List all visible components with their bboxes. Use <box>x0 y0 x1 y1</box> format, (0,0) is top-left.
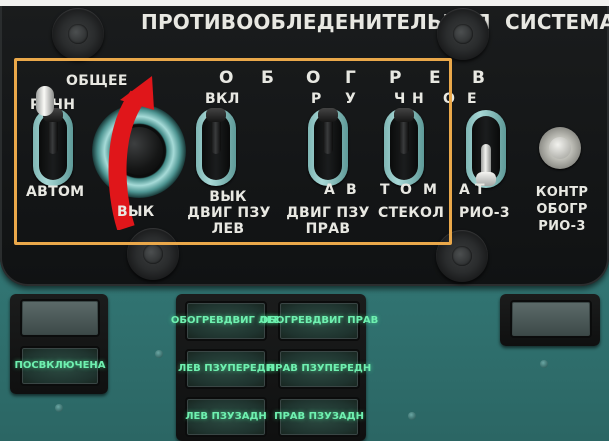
rivet <box>540 360 548 368</box>
highlight-box <box>14 58 452 245</box>
rivet <box>55 404 63 412</box>
label-avtomat-letter: А <box>459 182 471 198</box>
panel-title-right: СИСТЕМА <box>505 10 609 34</box>
label-rio3: РИО-3 <box>459 205 510 221</box>
lamp-prav-pzu-peredn[interactable]: ПРАВ ПЗУ ПЕРЕДН <box>267 349 371 389</box>
screw-icon <box>52 8 104 60</box>
lamp-right-top[interactable] <box>510 300 592 338</box>
lamp-pos-vklyuchena[interactable]: ПОС ВКЛЮЧЕНА <box>14 346 106 386</box>
lamp-obogrev-dvig-lev[interactable]: ОБОГРЕВ ДВИГ ЛЕВ <box>171 301 281 341</box>
lamp-left-top[interactable] <box>20 299 100 337</box>
label-avtomat-letter: Т <box>475 182 485 198</box>
lamp-obogrev-dvig-prav[interactable]: ОБОГРЕВ ДВИГ ПРАВ <box>260 301 378 341</box>
label-obogr: ОБОГР <box>536 202 588 217</box>
label-rio3-right: РИО-3 <box>538 219 586 234</box>
lamp-lev-pzu-zadn[interactable]: ЛЕВ ПЗУ ЗАДН <box>185 397 267 437</box>
rivet <box>408 412 416 420</box>
rivet <box>155 350 163 358</box>
label-obogrev-letter: В <box>472 68 486 88</box>
cockpit-view: ПРОТИВООБЛЕДЕНИТЕЛЬНАЯ СИСТЕМА ОБЩЕЕ РУЧ… <box>0 0 609 441</box>
top-strip <box>0 0 609 6</box>
kontr-obogr-rio3-button[interactable] <box>539 127 581 169</box>
label-kontr: КОНТР <box>535 185 589 200</box>
toggle-rio3[interactable] <box>466 110 506 188</box>
lamp-lev-pzu-peredn[interactable]: ЛЕВ ПЗУ ПЕРЕДН <box>178 349 274 389</box>
screw-icon <box>437 8 489 60</box>
lamp-prav-pzu-zadn[interactable]: ПРАВ ПЗУ ЗАДН <box>274 397 364 437</box>
label-ruchnoe-letter: Е <box>467 91 477 107</box>
